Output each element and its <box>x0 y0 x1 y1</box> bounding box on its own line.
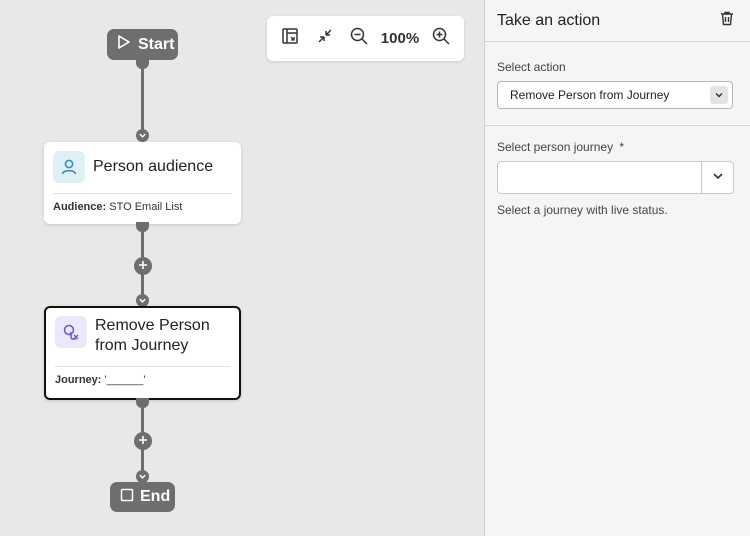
select-action-dropdown[interactable]: Remove Person from Journey <box>497 81 733 109</box>
zoom-in-icon <box>431 26 451 51</box>
node-title: Person audience <box>93 158 214 175</box>
add-step-button[interactable] <box>134 257 152 275</box>
journey-canvas[interactable]: Start Person audience Audience: STO Emai… <box>0 0 484 536</box>
zoom-in-button[interactable] <box>428 26 454 52</box>
chevron-down-icon <box>710 86 728 104</box>
play-icon <box>116 34 132 55</box>
footer-key: Journey: <box>55 374 102 386</box>
zoom-out-button[interactable] <box>346 26 372 52</box>
footer-value: STO Email List <box>109 201 183 213</box>
node-footer: Journey: '______' <box>46 367 239 386</box>
remove-journey-icon <box>55 316 87 348</box>
journey-dropdown-button[interactable] <box>701 162 733 193</box>
end-node[interactable]: End <box>110 482 175 512</box>
zoom-level: 100% <box>380 30 420 47</box>
panel-title: Take an action <box>497 11 601 29</box>
chevron-down-icon <box>712 169 724 187</box>
chevron-down-icon <box>136 129 149 142</box>
plus-icon <box>138 257 148 275</box>
journey-label: Select person journey * <box>497 140 738 154</box>
panel-header: Take an action <box>485 0 750 42</box>
select-action-section: Select action Remove Person from Journey <box>485 42 750 109</box>
node-title: Remove Person from Journey <box>95 317 210 354</box>
person-icon <box>53 151 85 183</box>
minimize-icon <box>316 27 334 50</box>
action-panel: Take an action Select action Remove Pers… <box>484 0 750 536</box>
footer-value: '______' <box>104 374 146 386</box>
select-action-value: Remove Person from Journey <box>510 88 670 102</box>
node-footer: Audience: STO Email List <box>44 194 241 213</box>
start-label: Start <box>138 35 175 53</box>
remove-person-node[interactable]: Remove Person from Journey Journey: '___… <box>44 306 241 400</box>
journey-input[interactable] <box>498 162 701 193</box>
arrange-icon <box>280 26 300 51</box>
stop-icon <box>120 488 134 507</box>
zoom-out-icon <box>349 26 369 51</box>
auto-arrange-button[interactable] <box>277 26 303 52</box>
canvas-toolbar: 100% <box>267 16 464 61</box>
start-node[interactable]: Start <box>107 29 178 60</box>
end-label: End <box>140 488 171 505</box>
required-marker: * <box>619 140 625 154</box>
plus-icon <box>138 432 148 450</box>
collapse-button[interactable] <box>312 26 338 52</box>
connector-line <box>141 60 144 132</box>
journey-section: Select person journey * Select a journey… <box>485 126 750 217</box>
footer-key: Audience: <box>53 201 107 213</box>
trash-icon <box>719 10 735 31</box>
journey-label-text: Select person journey <box>497 140 614 154</box>
add-step-button[interactable] <box>134 432 152 450</box>
journey-help-text: Select a journey with live status. <box>497 203 668 217</box>
delete-button[interactable] <box>716 10 738 32</box>
person-audience-node[interactable]: Person audience Audience: STO Email List <box>44 142 241 224</box>
select-action-label: Select action <box>497 60 566 74</box>
journey-combobox <box>497 161 734 194</box>
